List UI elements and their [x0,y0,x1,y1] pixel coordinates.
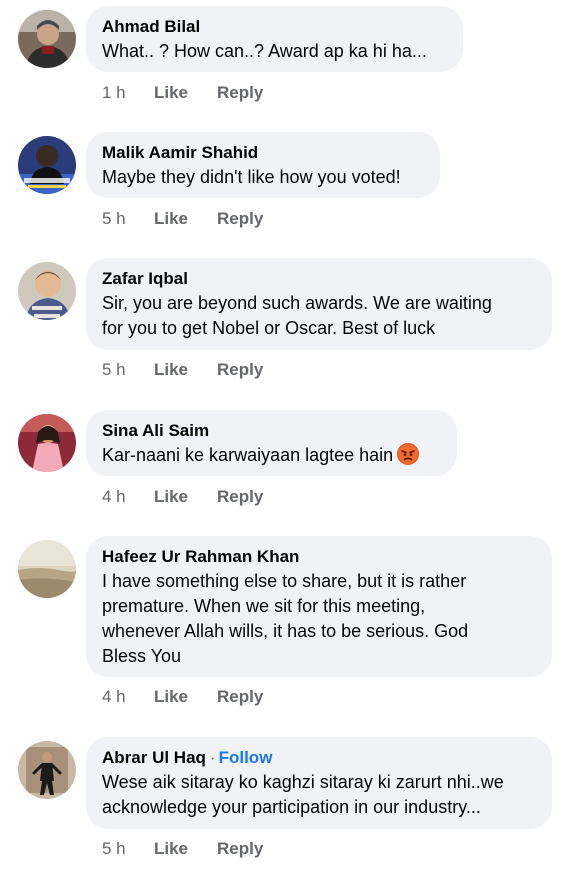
avatar[interactable] [18,262,76,320]
avatar[interactable] [18,136,76,194]
comment-actions: 4 h Like Reply [102,686,263,708]
comment-text: What.. ? How can..? Award ap ka hi ha... [102,41,427,61]
comment-author[interactable]: Malik Aamir Shahid [102,143,258,162]
like-button[interactable]: Like [154,82,217,104]
like-button[interactable]: Like [154,686,217,708]
reply-button[interactable]: Reply [217,208,263,230]
comment-actions: 1 h Like Reply [102,82,263,104]
like-button[interactable]: Like [154,838,217,860]
comment-timestamp[interactable]: 5 h [102,838,154,860]
comment-author[interactable]: Ahmad Bilal [102,17,200,36]
avatar[interactable] [18,414,76,472]
comment-bubble: Sina Ali Saim Kar-naani ke karwaiyaan la… [86,410,457,476]
comment-bubble: Malik Aamir Shahid Maybe they didn't lik… [86,132,440,198]
like-button[interactable]: Like [154,208,217,230]
comment-actions: 5 h Like Reply [102,838,263,860]
comment-timestamp[interactable]: 4 h [102,686,154,708]
comment-bubble: Abrar Ul Haq · Follow Wese aik sitaray ko … [86,737,552,829]
avatar[interactable] [18,10,76,68]
like-button[interactable]: Like [154,486,217,508]
reply-button[interactable]: Reply [217,82,263,104]
comment-bubble: Hafeez Ur Rahman Khan I have something e… [86,536,552,677]
comment-timestamp[interactable]: 5 h [102,208,154,230]
comment-author[interactable]: Hafeez Ur Rahman Khan [102,547,299,566]
comment-author[interactable]: Zafar Iqbal [102,269,188,288]
comment-timestamp[interactable]: 4 h [102,486,154,508]
avatar[interactable] [18,540,76,598]
comment-text: Sir, you are beyond such awards. We are … [102,293,492,338]
comment-timestamp[interactable]: 1 h [102,82,154,104]
comment-bubble: Ahmad Bilal What.. ? How can..? Award ap… [86,6,463,72]
avatar[interactable] [18,741,76,799]
follow-button[interactable]: Follow [219,748,273,767]
comment-feed: Ahmad Bilal What.. ? How can..? Award ap… [0,0,570,874]
angry-face-icon [397,443,420,472]
comment-timestamp[interactable]: 5 h [102,359,154,381]
comment-actions: 5 h Like Reply [102,208,263,230]
comment-text: Wese aik sitaray ko kaghzi sitaray ki za… [102,772,504,817]
comment-text: I have something else to share, but it i… [102,571,469,666]
follow-separator: · [209,748,216,767]
reply-button[interactable]: Reply [217,486,263,508]
like-button[interactable]: Like [154,359,217,381]
comment-author[interactable]: Abrar Ul Haq [102,748,206,767]
comment-actions: 4 h Like Reply [102,486,263,508]
comment-author[interactable]: Sina Ali Saim [102,421,209,440]
reply-button[interactable]: Reply [217,838,263,860]
reply-button[interactable]: Reply [217,359,263,381]
comment-actions: 5 h Like Reply [102,359,263,381]
comment-text: Maybe they didn't like how you voted! [102,167,401,187]
comment-text: Kar-naani ke karwaiyaan lagtee hain [102,443,441,472]
reply-button[interactable]: Reply [217,686,263,708]
comment-bubble: Zafar Iqbal Sir, you are beyond such awa… [86,258,552,350]
